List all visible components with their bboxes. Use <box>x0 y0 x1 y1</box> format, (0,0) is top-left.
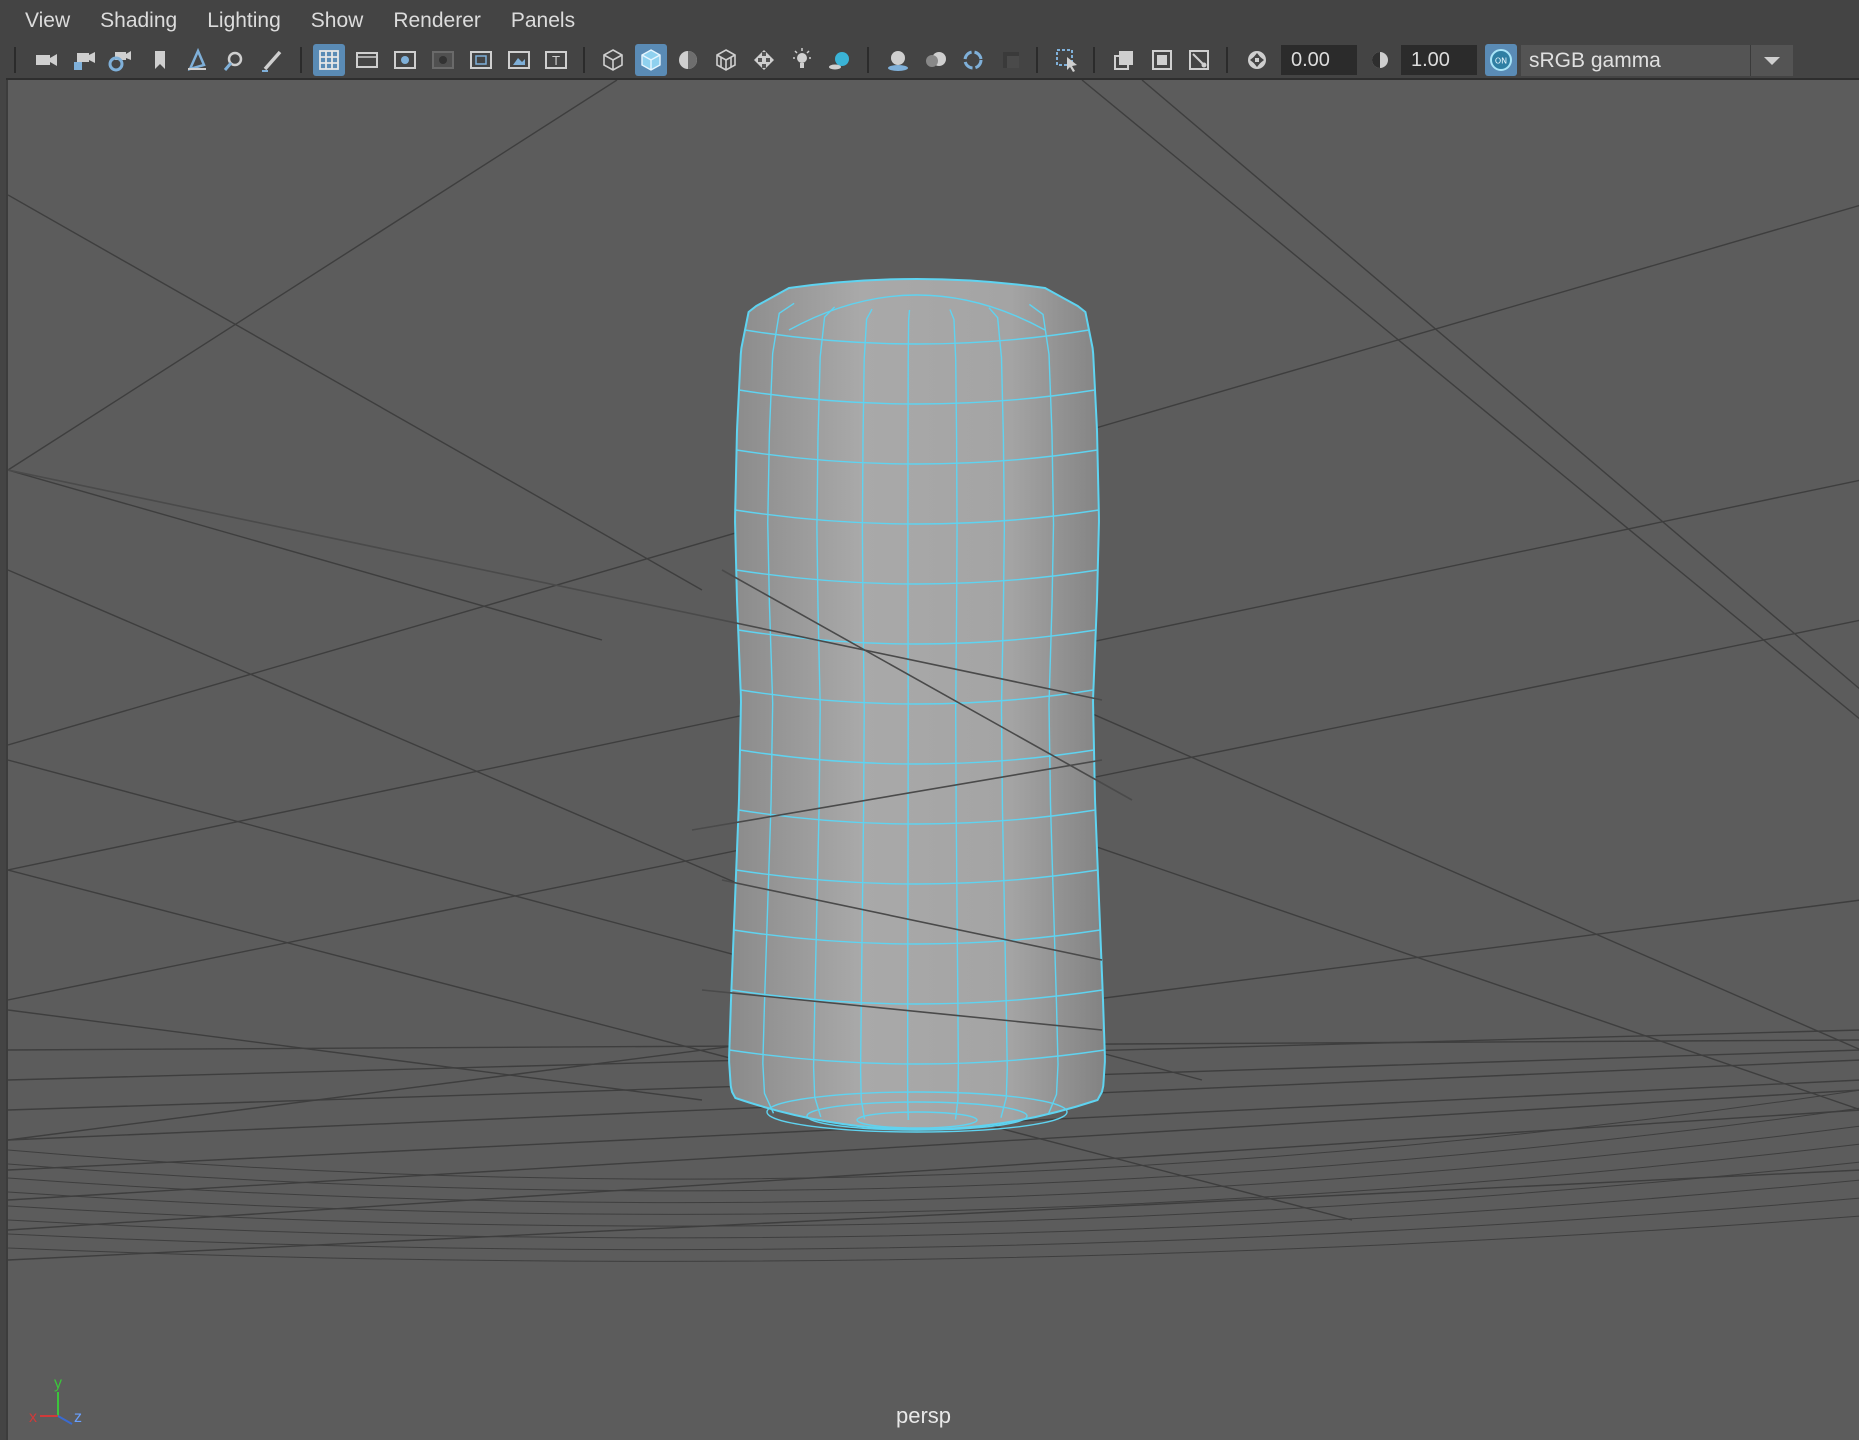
textured-icon[interactable] <box>748 44 780 76</box>
grid-line <box>8 869 1353 1221</box>
color-space-dropdown[interactable]: sRGB gamma <box>1521 45 1793 76</box>
bookmark-icon[interactable] <box>144 44 176 76</box>
chevron-down-icon <box>1750 45 1793 76</box>
camera-name-label: persp <box>896 1403 952 1428</box>
safe-title-icon[interactable]: T <box>540 44 572 76</box>
screen-space-ao-icon[interactable] <box>882 44 914 76</box>
camera-attributes-icon[interactable] <box>104 44 136 76</box>
grid-line <box>8 194 703 591</box>
field-chart-icon[interactable] <box>465 44 497 76</box>
grid-line <box>1081 80 1859 720</box>
color-management-toggle[interactable]: ON <box>1485 44 1517 76</box>
menu-show[interactable]: Show <box>296 0 379 42</box>
grid-curve <box>8 1125 1859 1204</box>
lock-camera-icon[interactable] <box>68 44 100 76</box>
smooth-shade-all-icon[interactable] <box>635 44 667 76</box>
menu-renderer[interactable]: Renderer <box>378 0 496 42</box>
pill-mesh[interactable] <box>8 278 1133 1133</box>
motion-blur-icon[interactable] <box>920 44 952 76</box>
gamma-icon[interactable] <box>1364 44 1396 76</box>
perspective-viewport[interactable] <box>6 80 1859 1440</box>
toolbar-separator <box>867 47 869 73</box>
toolbar-separator <box>1226 47 1228 73</box>
axis-x-label: x <box>29 1409 37 1426</box>
resolution-gate-icon[interactable] <box>389 44 421 76</box>
toolbar-separator <box>583 47 585 73</box>
toolbar-separator <box>1036 47 1038 73</box>
toolbar-separator <box>1093 47 1095 73</box>
xray-icon[interactable] <box>1108 44 1140 76</box>
toolbar-separator <box>300 47 302 73</box>
depth-of-field-icon[interactable] <box>995 44 1027 76</box>
grease-pencil-icon[interactable] <box>256 44 288 76</box>
panel-toolbar: T 0.00 1.00 ON sRGB gamma <box>0 42 1859 80</box>
xray-joints-icon[interactable] <box>1183 44 1215 76</box>
safe-action-icon[interactable] <box>503 44 535 76</box>
shaded-wireframe-icon[interactable] <box>672 44 704 76</box>
xray-active-components-icon[interactable] <box>1146 44 1178 76</box>
toolbar-separator <box>14 47 16 73</box>
gamma-field[interactable]: 1.00 <box>1401 45 1477 75</box>
isolate-select-icon[interactable] <box>1051 44 1083 76</box>
grid-line <box>8 80 618 471</box>
grid-icon[interactable] <box>313 44 345 76</box>
film-gate-icon[interactable] <box>351 44 383 76</box>
select-camera-icon[interactable] <box>30 44 62 76</box>
multisample-aa-icon[interactable] <box>957 44 989 76</box>
grid-line <box>1141 80 1859 690</box>
axis-y-label: y <box>54 1375 62 1392</box>
grid-curve <box>8 1197 1859 1251</box>
grid-line <box>8 469 603 641</box>
exposure-field[interactable]: 0.00 <box>1281 45 1357 75</box>
gate-mask-icon[interactable] <box>427 44 459 76</box>
menu-panels[interactable]: Panels <box>496 0 590 42</box>
scene-canvas[interactable] <box>8 80 1859 1440</box>
axis-z-label: z <box>74 1409 82 1426</box>
axis-indicator: y x z <box>29 1375 82 1426</box>
color-management-label: ON <box>1495 57 1507 66</box>
menu-shading[interactable]: Shading <box>85 0 192 42</box>
svg-text:T: T <box>551 54 560 68</box>
exposure-icon[interactable] <box>1241 44 1273 76</box>
menu-lighting[interactable]: Lighting <box>192 0 296 42</box>
shadows-icon[interactable] <box>824 44 856 76</box>
image-plane-icon[interactable] <box>181 44 213 76</box>
wireframe-icon[interactable] <box>597 44 629 76</box>
use-all-lights-icon[interactable] <box>786 44 818 76</box>
menu-view[interactable]: View <box>10 0 85 42</box>
color-space-value: sRGB gamma <box>1529 49 1661 72</box>
menu-bar: View Shading Lighting Show Renderer Pane… <box>0 0 1859 42</box>
2d-pan-zoom-icon[interactable] <box>218 44 250 76</box>
wireframe-on-shaded-icon[interactable] <box>710 44 742 76</box>
